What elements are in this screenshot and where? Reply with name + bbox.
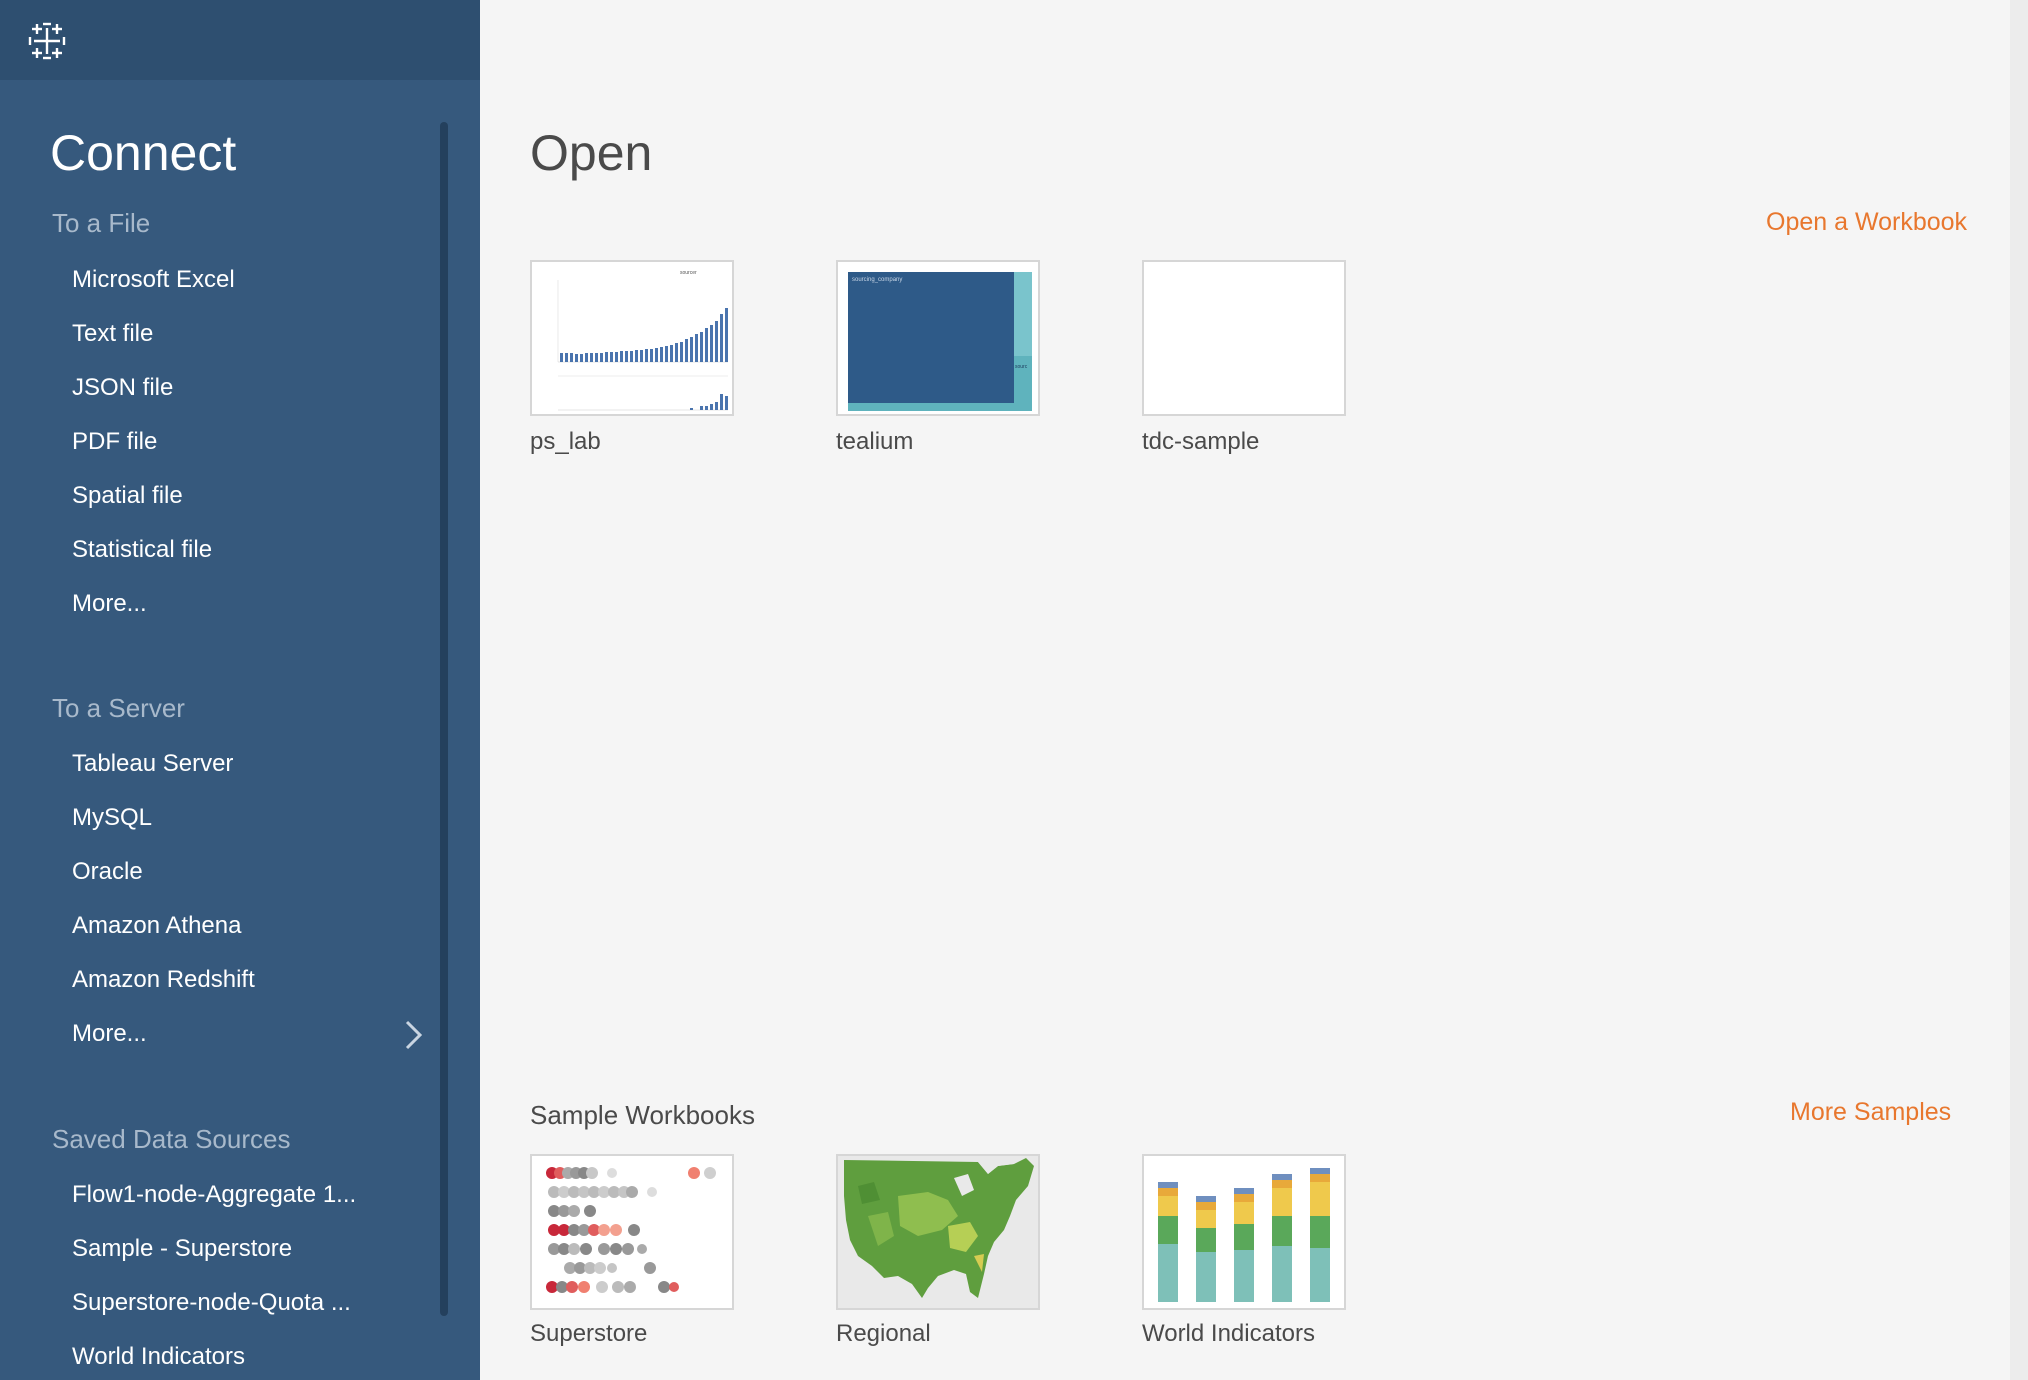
workbook-thumbnail-ps-lab[interactable]: sourcer — [530, 260, 734, 416]
open-pane: Open Open a Workbook sourcer ps_lab sour… — [480, 0, 2028, 1380]
sidebar-header — [0, 0, 480, 80]
tealium-chart-label: sourcing_company — [852, 277, 902, 283]
chevron-right-icon[interactable] — [398, 1018, 428, 1052]
sample-thumbnail-world-indicators[interactable] — [1142, 1154, 1346, 1310]
connect-file-more[interactable]: More... — [72, 590, 147, 618]
section-to-a-server: To a Server — [52, 693, 185, 723]
workbook-thumbnail-tealium[interactable]: sourcing_company sourc — [836, 260, 1040, 416]
connect-oracle[interactable]: Oracle — [72, 858, 143, 886]
connect-statistical-file[interactable]: Statistical file — [72, 536, 212, 564]
open-a-workbook-link[interactable]: Open a Workbook — [1766, 208, 1967, 237]
main-scrollbar-track[interactable] — [2010, 0, 2028, 1380]
connect-json-file[interactable]: JSON file — [72, 374, 173, 402]
more-samples-link[interactable]: More Samples — [1790, 1098, 1951, 1127]
open-title: Open — [530, 125, 653, 181]
connect-mysql[interactable]: MySQL — [72, 804, 152, 832]
connect-title: Connect — [50, 125, 237, 181]
workbook-label-ps-lab[interactable]: ps_lab — [530, 428, 601, 456]
tableau-logo-icon[interactable] — [28, 22, 66, 60]
sample-label-regional[interactable]: Regional — [836, 1320, 931, 1348]
saved-source-world-indicators[interactable]: World Indicators — [72, 1343, 245, 1371]
saved-source-quota[interactable]: Superstore-node-Quota ... — [72, 1289, 351, 1317]
connect-tableau-server[interactable]: Tableau Server — [72, 750, 233, 778]
sidebar-scrollbar[interactable] — [440, 122, 448, 1316]
sample-thumbnail-superstore[interactable] — [530, 1154, 734, 1310]
workbook-label-tdc-sample[interactable]: tdc-sample — [1142, 428, 1259, 456]
connect-text-file[interactable]: Text file — [72, 320, 153, 348]
section-saved-data-sources: Saved Data Sources — [52, 1124, 291, 1154]
connect-sidebar: Connect To a File Microsoft Excel Text f… — [0, 0, 480, 1380]
section-to-a-file: To a File — [52, 208, 151, 238]
saved-source-flow1[interactable]: Flow1-node-Aggregate 1... — [72, 1181, 356, 1209]
workbook-label-tealium[interactable]: tealium — [836, 428, 913, 456]
connect-amazon-redshift[interactable]: Amazon Redshift — [72, 966, 255, 994]
connect-spatial-file[interactable]: Spatial file — [72, 482, 183, 510]
sample-thumbnail-regional[interactable] — [836, 1154, 1040, 1310]
connect-microsoft-excel[interactable]: Microsoft Excel — [72, 266, 235, 294]
workbook-thumbnail-tdc-sample[interactable] — [1142, 260, 1346, 416]
tealium-side-label: sourc — [1015, 364, 1028, 370]
sample-label-superstore[interactable]: Superstore — [530, 1320, 647, 1348]
connect-server-more[interactable]: More... — [72, 1020, 147, 1048]
ps-lab-chart-title: sourcer — [680, 270, 697, 276]
sample-label-world-indicators[interactable]: World Indicators — [1142, 1320, 1315, 1348]
saved-source-superstore[interactable]: Sample - Superstore — [72, 1235, 292, 1263]
sample-workbooks-title: Sample Workbooks — [530, 1100, 755, 1130]
connect-amazon-athena[interactable]: Amazon Athena — [72, 912, 241, 940]
connect-pdf-file[interactable]: PDF file — [72, 428, 157, 456]
